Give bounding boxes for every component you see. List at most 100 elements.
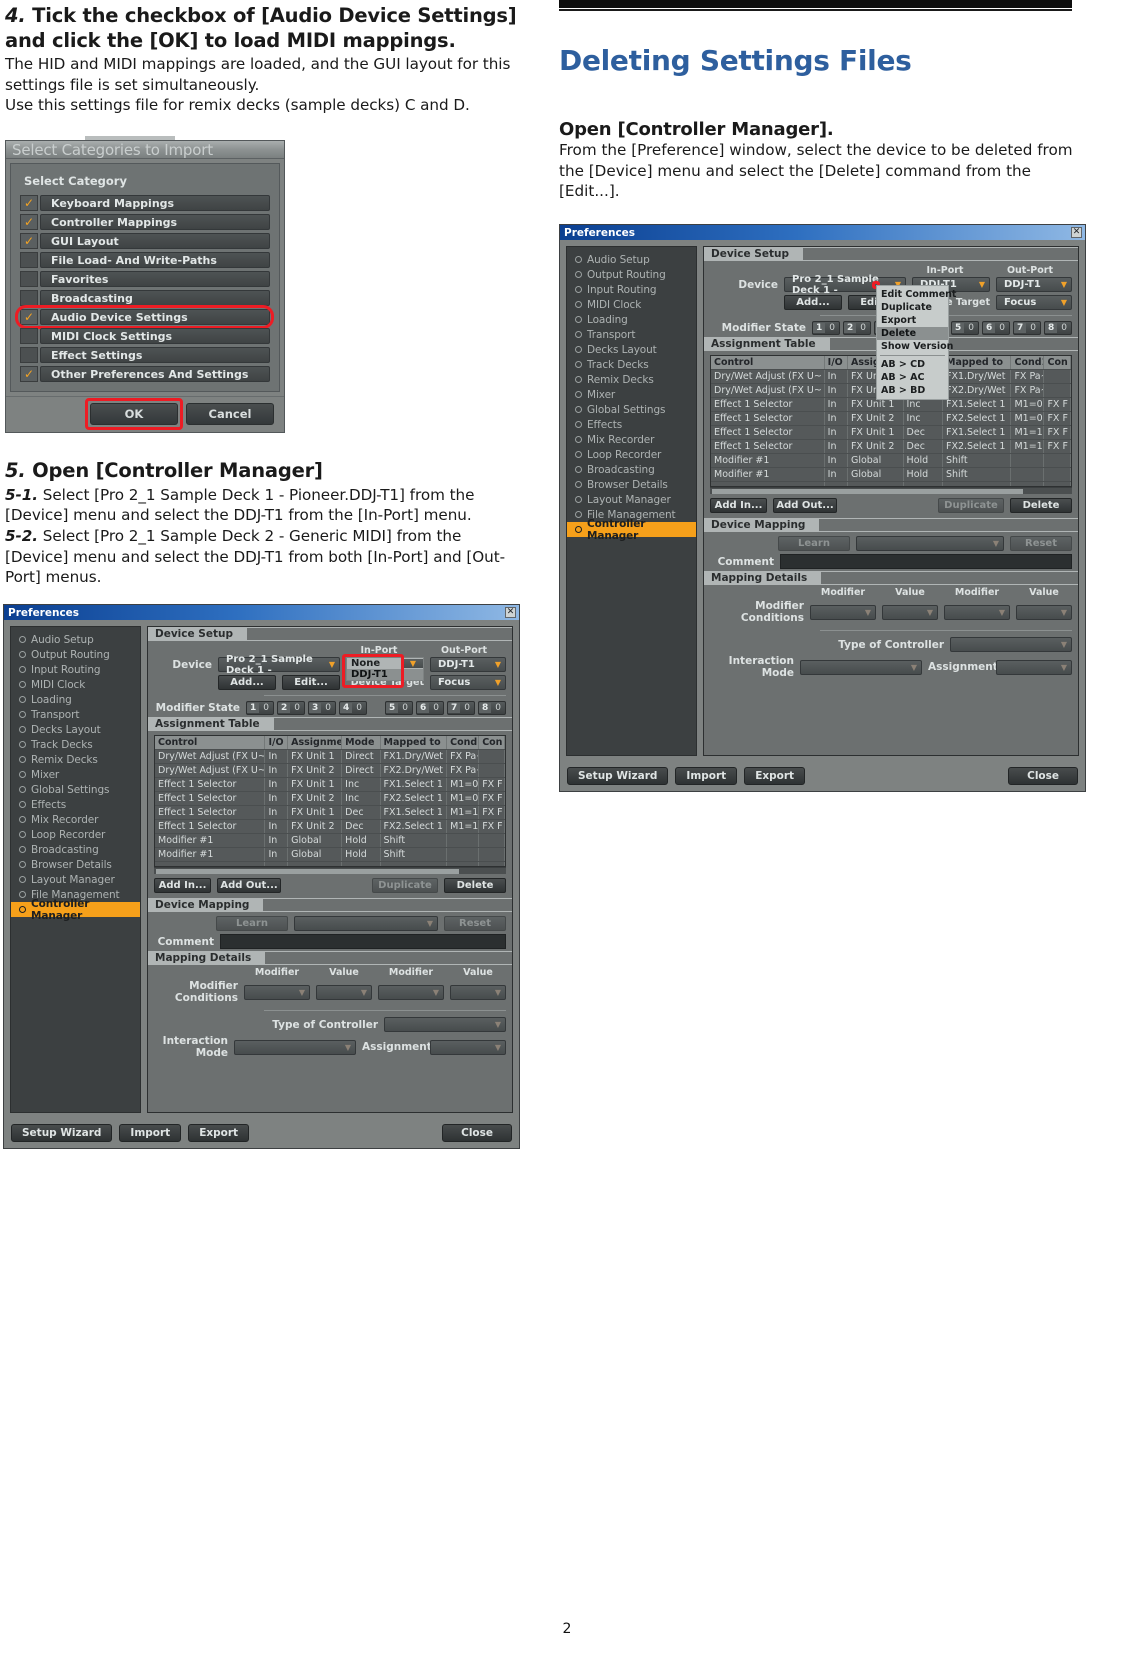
prefs-sidebar-right[interactable]: Audio Setup Output Routing Input Routing MI… [566,246,697,757]
duplicate-button-right[interactable]: Duplicate [938,498,1004,514]
close-button-left[interactable]: Close [442,1124,512,1143]
export-button-right[interactable]: Export [744,767,806,786]
sidebar-item-loop-recorder[interactable]: Loop Recorder [11,827,140,842]
learn-button-left[interactable]: Learn [216,916,288,932]
assignment-combo-right[interactable]: ▼ [996,659,1072,675]
menu-item-delete[interactable]: Delete [877,327,948,341]
sidebar-item-mix-recorder[interactable]: Mix Recorder [567,432,696,447]
sidebar-item-input-routing[interactable]: Input Routing [567,282,696,297]
modifier-state-group-b-right[interactable]: 50607080 [951,321,1072,336]
assignment-table-hscrollbar-right[interactable] [710,487,1072,495]
modifier-state-group-b-left[interactable]: 50607080 [385,701,506,716]
table-row-partial[interactable] [155,861,505,867]
add-out-button-right[interactable]: Add Out... [773,498,837,514]
sidebar-item-track-decks[interactable]: Track Decks [11,737,140,752]
device-target-combo-right[interactable]: Focus ▼ [996,295,1072,311]
add-button-left[interactable]: Add... [218,675,276,691]
delete-button-right[interactable]: Delete [1010,498,1072,514]
export-button-left[interactable]: Export [188,1124,250,1143]
checkbox-icon[interactable]: ✓ [20,195,38,212]
duplicate-button-left[interactable]: Duplicate [372,878,438,894]
sidebar-item-layout-manager[interactable]: Layout Manager [567,492,696,507]
menu-item-export[interactable]: Export [877,314,948,327]
category-row[interactable]: MIDI Clock Settings [20,328,270,345]
sidebar-item-midi-clock[interactable]: MIDI Clock [567,297,696,312]
import-button-right[interactable]: Import [675,767,738,786]
modifier-state-cell[interactable]: 30 [308,701,336,716]
table-row-partial[interactable] [711,481,1071,487]
setup-wizard-button-right[interactable]: Setup Wizard [567,767,669,786]
setup-wizard-button-left[interactable]: Setup Wizard [11,1124,113,1143]
chevron-down-icon[interactable]: ▼ [403,659,423,669]
sidebar-item-effects[interactable]: Effects [567,417,696,432]
category-row[interactable]: File Load- And Write-Paths [20,252,270,269]
reset-button-left[interactable]: Reset [444,916,506,932]
category-row[interactable]: Effect Settings [20,347,270,364]
mapping-combo-left[interactable]: ▼ [294,916,438,932]
table-row[interactable]: Modifier #1 In Global Hold Shift [155,833,505,848]
modifier-value-1-left[interactable]: ▼ [316,984,372,1000]
type-of-controller-combo-right[interactable]: ▼ [950,637,1072,653]
modifier-state-cell[interactable]: 50 [385,701,413,716]
sidebar-item-loading[interactable]: Loading [567,312,696,327]
learn-button-right[interactable]: Learn [778,536,850,552]
sidebar-item-global-settings[interactable]: Global Settings [567,402,696,417]
comment-input-right[interactable] [780,554,1072,570]
assignment-table-left[interactable]: ControlI/OAssignmentModeMapped toCond1Co… [154,735,506,868]
device-combo-left[interactable]: Pro 2_1 Sample Deck 1 - ▼ [218,654,340,676]
menu-item-ab-ac[interactable]: AB > AC [877,371,948,384]
mapping-combo-right[interactable]: ▼ [856,536,1004,552]
sidebar-item-broadcasting[interactable]: Broadcasting [11,842,140,857]
sidebar-item-midi-clock[interactable]: MIDI Clock [11,677,140,692]
modifier-state-cell[interactable]: 20 [277,701,305,716]
modifier-cond-1-left[interactable]: ▼ [244,984,310,1000]
table-row[interactable]: Effect 1 Selector In FX Unit 2 Inc FX2.Selec… [711,411,1071,426]
checkbox-icon[interactable] [20,290,38,307]
sidebar-item-decks-layout[interactable]: Decks Layout [11,722,140,737]
menu-item-ab-bd[interactable]: AB > BD [877,384,948,397]
sidebar-item-controller-manager[interactable]: Controller Manager [11,898,140,922]
out-port-combo-right[interactable]: DDJ-T1 ▼ [996,277,1072,293]
checkbox-icon[interactable] [20,252,38,269]
prefs-sidebar-left[interactable]: Audio Setup Output Routing Input Routing MI… [10,626,141,1114]
sidebar-item-output-routing[interactable]: Output Routing [567,267,696,282]
sidebar-item-loading[interactable]: Loading [11,692,140,707]
sidebar-item-controller-manager[interactable]: Controller Manager [567,518,696,542]
modifier-value-2-right[interactable]: ▼ [1016,604,1072,620]
sidebar-item-browser-details[interactable]: Browser Details [11,857,140,872]
sidebar-item-loop-recorder[interactable]: Loop Recorder [567,447,696,462]
menu-item-show-version[interactable]: Show Version [877,340,953,353]
table-row[interactable]: Effect 1 Selector In FX Unit 2 Dec FX2.Selec… [155,819,505,834]
category-row[interactable]: ✓ GUI Layout [20,233,270,250]
add-in-button-right[interactable]: Add In... [710,498,767,514]
modifier-value-2-left[interactable]: ▼ [450,984,506,1000]
modifier-state-cell[interactable]: 60 [982,321,1010,336]
sidebar-item-mix-recorder[interactable]: Mix Recorder [11,812,140,827]
menu-item-duplicate[interactable]: Duplicate [877,301,948,314]
table-row[interactable]: Modifier #1 In Global Hold Shift [711,453,1071,468]
table-row[interactable]: Modifier #1 In Global Hold Shift [711,467,1071,482]
close-button-right[interactable]: Close [1008,767,1078,786]
assignment-combo-left[interactable]: ▼ [430,1039,506,1055]
modifier-state-group-a-left[interactable]: 10203040 [246,701,367,716]
type-of-controller-combo-left[interactable]: ▼ [384,1017,506,1033]
out-port-combo-left[interactable]: DDJ-T1 ▼ [430,657,506,673]
cancel-button[interactable]: Cancel [186,403,274,426]
sidebar-item-mixer[interactable]: Mixer [11,767,140,782]
sidebar-item-browser-details[interactable]: Browser Details [567,477,696,492]
sidebar-item-audio-setup[interactable]: Audio Setup [11,632,140,647]
sidebar-item-global-settings[interactable]: Global Settings [11,782,140,797]
sidebar-item-input-routing[interactable]: Input Routing [11,662,140,677]
table-row[interactable]: Dry/Wet Adjust (FX U~InFX Unit 2DirectFX… [155,763,505,778]
sidebar-item-transport[interactable]: Transport [567,327,696,342]
add-in-button-left[interactable]: Add In... [154,878,211,894]
menu-item-edit-comment[interactable]: Edit Comment [877,288,956,301]
modifier-state-cell[interactable]: 70 [447,701,475,716]
category-row[interactable]: ✓ Controller Mappings [20,214,270,231]
in-port-dropdown-left[interactable]: None ▼ DDJ-T1 [342,654,424,689]
device-target-combo-left[interactable]: Focus ▼ [430,675,506,691]
add-out-button-left[interactable]: Add Out... [217,878,281,894]
modifier-state-cell[interactable]: 20 [843,321,871,336]
sidebar-item-audio-setup[interactable]: Audio Setup [567,252,696,267]
modifier-value-1-right[interactable]: ▼ [882,604,938,620]
